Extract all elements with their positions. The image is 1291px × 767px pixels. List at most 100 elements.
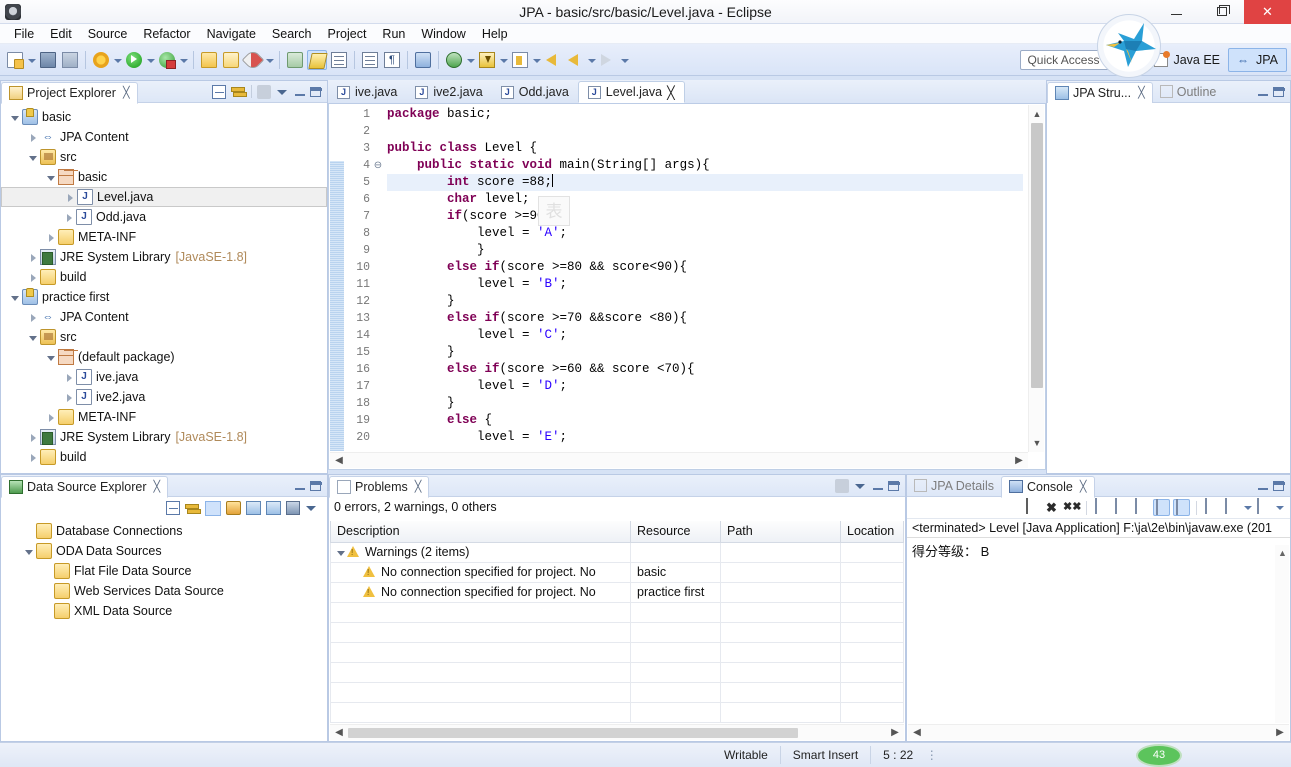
scroll-left-icon[interactable]: ◀ <box>333 455 345 467</box>
tree-item[interactable]: basic <box>1 167 327 187</box>
table-row[interactable]: No connection specified for project. No p… <box>330 581 904 603</box>
minimize-view-icon[interactable] <box>1258 482 1268 490</box>
collapse-arrow-icon[interactable] <box>63 371 76 384</box>
tree-item[interactable]: Jive.java <box>1 367 327 387</box>
search-dropdown-arrow[interactable] <box>465 50 476 70</box>
fold-marker[interactable]: ⊖ <box>372 157 384 174</box>
maximize-view-icon[interactable] <box>310 86 322 97</box>
menu-item-window[interactable]: Window <box>413 25 473 43</box>
code-line[interactable]: public static void main(String[] args){ <box>387 157 1023 174</box>
focus-icon[interactable] <box>835 478 849 493</box>
close-icon[interactable]: ╳ <box>1138 86 1145 99</box>
tree-item[interactable]: ⇔ JPA Content <box>1 127 327 147</box>
save-icon[interactable] <box>286 501 300 515</box>
remove-launch-button[interactable]: ✖ <box>1043 499 1060 516</box>
tree-item[interactable]: Flat File Data Source <box>1 561 327 581</box>
editor-vertical-scrollbar[interactable]: ▲ ▼ <box>1028 105 1044 452</box>
expand-arrow-icon[interactable] <box>45 351 58 364</box>
menu-item-run[interactable]: Run <box>374 25 413 43</box>
tab-problems[interactable]: Problems ╳ <box>329 475 430 498</box>
menu-item-help[interactable]: Help <box>474 25 516 43</box>
scroll-left-icon[interactable]: ◀ <box>911 727 923 739</box>
previous-button[interactable] <box>564 47 586 73</box>
tree-item[interactable]: XML Data Source <box>1 601 327 621</box>
tree-item[interactable]: build <box>1 267 327 287</box>
jpa-tools-button[interactable] <box>284 47 306 73</box>
collapse-arrow-icon[interactable] <box>45 231 58 244</box>
expand-arrow-icon[interactable] <box>23 545 36 558</box>
tab-data-source-explorer[interactable]: Data Source Explorer ╳ <box>1 475 169 498</box>
debug-dropdown-arrow[interactable] <box>178 50 189 70</box>
collapse-arrow-icon[interactable] <box>27 251 40 264</box>
maximize-view-icon[interactable] <box>1273 86 1285 97</box>
console-horizontal-scrollbar[interactable]: ◀ ▶ <box>908 724 1289 740</box>
console-output-text[interactable]: 得分等级： B <box>907 538 1290 563</box>
scroll-right-icon[interactable]: ▶ <box>1013 455 1025 467</box>
code-line[interactable]: else if(score >=60 && score <70){ <box>387 361 1023 378</box>
open-console-button[interactable] <box>1255 498 1272 516</box>
scroll-up-icon[interactable]: ▲ <box>1032 109 1042 119</box>
menu-item-navigate[interactable]: Navigate <box>199 25 264 43</box>
tree-item[interactable]: build <box>1 447 327 467</box>
terminal-button[interactable] <box>412 47 434 73</box>
tab-outline[interactable]: Outline <box>1153 81 1224 103</box>
code-line[interactable]: if(score >=90){ <box>387 208 1023 225</box>
forward-dropdown-arrow[interactable] <box>619 50 630 70</box>
last-edit-button[interactable] <box>509 47 531 73</box>
next-annotation-dropdown-arrow[interactable] <box>498 50 509 70</box>
code-line[interactable]: else if(score >=80 && score<90){ <box>387 259 1023 276</box>
close-icon[interactable]: ╳ <box>415 480 422 493</box>
problems-table-wrap[interactable]: DescriptionResourcePathLocation Warnings… <box>330 521 904 723</box>
view-menu-icon[interactable] <box>305 501 319 515</box>
open-report-button[interactable] <box>359 47 381 73</box>
expand-arrow-icon[interactable] <box>45 171 58 184</box>
forward-button[interactable] <box>597 47 619 73</box>
minimize-view-icon[interactable] <box>295 482 305 490</box>
editor-code-text[interactable]: package basic; public class Level { publi… <box>387 106 1023 451</box>
tab-jpa-details[interactable]: JPA Details <box>907 475 1001 497</box>
maximize-view-icon[interactable] <box>888 480 900 491</box>
column-header[interactable]: Description <box>330 521 631 543</box>
filter-icon[interactable] <box>205 500 221 516</box>
tree-item[interactable]: practice first <box>1 287 327 307</box>
menu-item-edit[interactable]: Edit <box>42 25 80 43</box>
project-explorer-tree[interactable]: basic ⇔ JPA Content src basic J Level.java J Odd… <box>1 103 327 467</box>
debug-button[interactable] <box>156 47 178 73</box>
code-line[interactable] <box>387 123 1023 140</box>
collapse-arrow-icon[interactable] <box>27 271 40 284</box>
tree-item[interactable]: Database Connections <box>1 521 327 541</box>
minimize-view-icon[interactable] <box>873 482 883 490</box>
export-icon[interactable] <box>266 501 281 515</box>
table-row[interactable]: Warnings (2 items) <box>330 541 904 563</box>
run-dropdown-arrow[interactable] <box>145 50 156 70</box>
minimize-view-icon[interactable] <box>295 88 305 96</box>
editor-horizontal-scrollbar[interactable]: ◀ ▶ <box>330 452 1028 468</box>
open-console-dropdown-arrow[interactable] <box>1275 499 1284 516</box>
expand-arrow-icon[interactable] <box>9 111 22 124</box>
menu-item-refactor[interactable]: Refactor <box>135 25 198 43</box>
link-with-editor-icon[interactable] <box>231 85 247 98</box>
editor-folding-column[interactable]: ⊖ <box>372 106 384 446</box>
menu-item-file[interactable]: File <box>6 25 42 43</box>
tree-item[interactable]: (default package) <box>1 347 327 367</box>
maximize-view-icon[interactable] <box>310 480 322 491</box>
close-icon[interactable]: ╳ <box>154 480 161 493</box>
code-line[interactable]: } <box>387 242 1023 259</box>
menu-item-project[interactable]: Project <box>320 25 375 43</box>
collapse-arrow-icon[interactable] <box>63 211 76 224</box>
column-header[interactable]: Location <box>840 521 904 543</box>
tab-jpa-structure[interactable]: JPA Stru... ╳ <box>1047 81 1153 104</box>
paragraph-button[interactable]: ¶ <box>381 47 403 73</box>
collapse-all-icon[interactable] <box>212 84 226 99</box>
collapse-arrow-icon[interactable] <box>63 391 76 404</box>
code-line[interactable]: level = 'C'; <box>387 327 1023 344</box>
expand-arrow-icon[interactable] <box>9 291 22 304</box>
tree-item[interactable]: META-INF <box>1 227 327 247</box>
show-console-on-output-button[interactable] <box>1153 499 1170 516</box>
clear-console-button[interactable] <box>1093 498 1110 516</box>
build-dropdown-arrow[interactable] <box>112 50 123 70</box>
external-tools-dropdown-arrow[interactable] <box>264 50 275 70</box>
problems-horizontal-scrollbar[interactable]: ◀ ▶ <box>330 724 904 740</box>
word-wrap-button[interactable] <box>1133 498 1150 516</box>
tab-project-explorer[interactable]: Project Explorer ╳ <box>1 81 138 104</box>
